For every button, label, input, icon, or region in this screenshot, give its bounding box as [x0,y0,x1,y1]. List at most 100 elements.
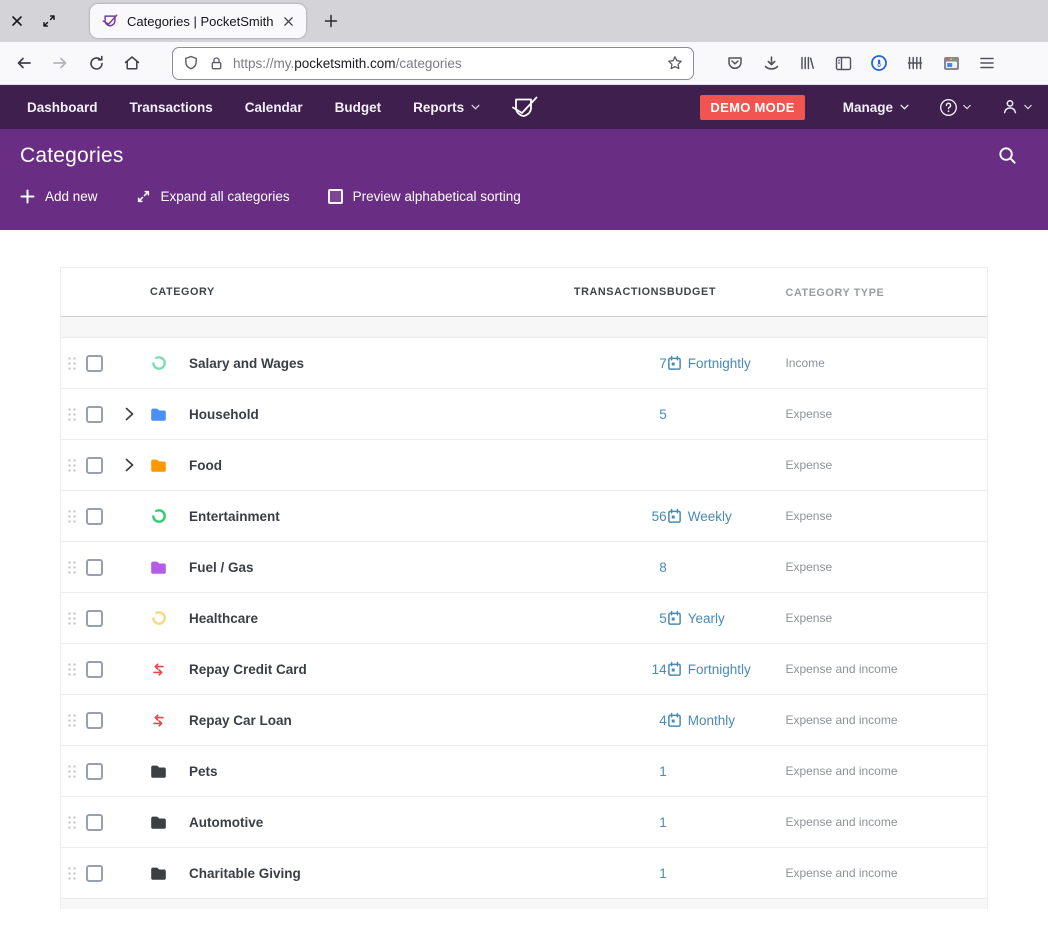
transactions-count-link[interactable]: 5 [659,611,667,626]
preview-sorting-checkbox[interactable] [328,189,343,204]
sidebar-toggle-icon[interactable] [826,47,860,79]
drag-handle-icon[interactable] [67,763,76,780]
table-row[interactable]: Entertainment 56 Weekly Expense [61,491,987,542]
category-name-link[interactable]: Entertainment [189,509,280,524]
row-checkbox[interactable] [86,355,103,372]
table-row[interactable]: Food Expense [61,440,987,491]
row-checkbox[interactable] [86,508,103,525]
category-name-link[interactable]: Pets [189,764,218,779]
help-menu[interactable] [939,98,971,117]
category-name-link[interactable]: Salary and Wages [189,356,304,371]
row-checkbox[interactable] [86,712,103,729]
forward-icon[interactable] [44,47,76,79]
category-name-link[interactable]: Food [189,458,222,473]
tab-close-icon[interactable] [278,11,298,31]
category-name-link[interactable]: Automotive [189,815,263,830]
category-name-link[interactable]: Repay Credit Card [189,662,307,677]
bookmark-star-icon[interactable] [667,55,683,71]
transactions-count-link[interactable]: 4 [659,713,667,728]
transactions-count-link[interactable]: 56 [652,509,667,524]
budget-link[interactable]: Monthly [667,712,735,728]
containers-extension-icon[interactable] [898,47,932,79]
budget-link[interactable]: Weekly [667,508,732,524]
table-row[interactable]: Automotive 1 Expense and income [61,797,987,848]
drag-handle-icon[interactable] [67,559,76,576]
row-checkbox[interactable] [86,814,103,831]
category-name-link[interactable]: Charitable Giving [189,866,301,881]
row-checkbox[interactable] [86,763,103,780]
category-name-link[interactable]: Repay Car Loan [189,713,292,728]
table-row[interactable]: Charitable Giving 1 Expense and income [61,848,987,899]
table-row[interactable]: Healthcare 5 Yearly Expense [61,593,987,644]
chevron-right-icon[interactable] [125,407,141,421]
drag-handle-icon[interactable] [67,661,76,678]
add-new-button[interactable]: Add new [20,189,98,204]
extension-icon[interactable] [934,47,968,79]
row-checkbox[interactable] [86,559,103,576]
url-bar[interactable]: https://my.pocketsmith.com/categories [172,47,694,80]
drag-handle-icon[interactable] [67,457,76,474]
drag-handle-icon[interactable] [67,406,76,423]
row-checkbox[interactable] [86,865,103,882]
row-checkbox[interactable] [86,406,103,423]
account-menu[interactable] [1001,98,1032,116]
table-row[interactable]: Pets 1 Expense and income [61,746,987,797]
transactions-count-link[interactable]: 1 [659,764,667,779]
row-checkbox[interactable] [86,610,103,627]
table-row[interactable]: Household 5 Expense [61,389,987,440]
transactions-count-link[interactable]: 5 [659,407,667,422]
pocket-icon[interactable] [718,47,752,79]
table-row[interactable]: Repay Car Loan 4 Monthly Expense and inc… [61,695,987,746]
drag-handle-icon[interactable] [67,865,76,882]
lock-icon[interactable] [209,56,224,71]
table-row[interactable]: Repay Credit Card 14 Fortnightly Expense… [61,644,987,695]
back-icon[interactable] [8,47,40,79]
expand-all-categories-button[interactable]: Expand all categories [136,189,290,204]
url-text: https://my.pocketsmith.com/categories [233,56,667,71]
nav-item-dashboard[interactable]: Dashboard [27,100,98,115]
transactions-count-link[interactable]: 7 [659,356,667,371]
drag-handle-icon[interactable] [67,712,76,729]
search-icon[interactable] [994,142,1020,168]
row-checkbox[interactable] [86,457,103,474]
table-row[interactable]: Fuel / Gas 8 Expense [61,542,987,593]
tracking-shield-icon[interactable] [183,55,199,71]
nav-item-manage[interactable]: Manage [843,100,909,115]
category-icon [150,814,167,831]
browser-tab[interactable]: Categories | PocketSmith [90,4,306,38]
row-checkbox[interactable] [86,661,103,678]
window-maximize-icon[interactable] [40,12,58,30]
nav-item-transactions[interactable]: Transactions [130,100,213,115]
downloads-icon[interactable] [754,47,788,79]
new-tab-icon[interactable] [318,8,344,34]
budget-link[interactable]: Fortnightly [667,661,751,677]
nav-item-budget[interactable]: Budget [335,100,382,115]
category-icon [150,559,167,576]
table-row[interactable]: Salary and Wages 7 Fortnightly Income [61,338,987,389]
library-icon[interactable] [790,47,824,79]
transactions-count-link[interactable]: 8 [659,560,667,575]
home-icon[interactable] [116,47,148,79]
drag-handle-icon[interactable] [67,610,76,627]
onepassword-icon[interactable] [862,47,896,79]
chevron-right-icon[interactable] [125,458,141,472]
toolbar-extensions [716,47,1004,79]
transactions-count-link[interactable]: 14 [652,662,667,677]
nav-item-calendar[interactable]: Calendar [245,100,303,115]
reload-icon[interactable] [80,47,112,79]
menu-icon[interactable] [970,47,1004,79]
drag-handle-icon[interactable] [67,814,76,831]
transactions-count-link[interactable]: 1 [659,866,667,881]
drag-handle-icon[interactable] [67,508,76,525]
window-close-icon[interactable] [8,12,26,30]
transactions-count-link[interactable]: 1 [659,815,667,830]
budget-link[interactable]: Fortnightly [667,355,751,371]
preview-alphabetical-sorting-toggle[interactable]: Preview alphabetical sorting [328,189,521,204]
category-name-link[interactable]: Household [189,407,259,422]
budget-link[interactable]: Yearly [667,610,725,626]
drag-handle-icon[interactable] [67,355,76,372]
nav-item-reports[interactable]: Reports [413,100,480,115]
category-name-link[interactable]: Fuel / Gas [189,560,254,575]
category-name-link[interactable]: Healthcare [189,611,258,626]
pocketsmith-logo-icon[interactable] [509,94,539,121]
